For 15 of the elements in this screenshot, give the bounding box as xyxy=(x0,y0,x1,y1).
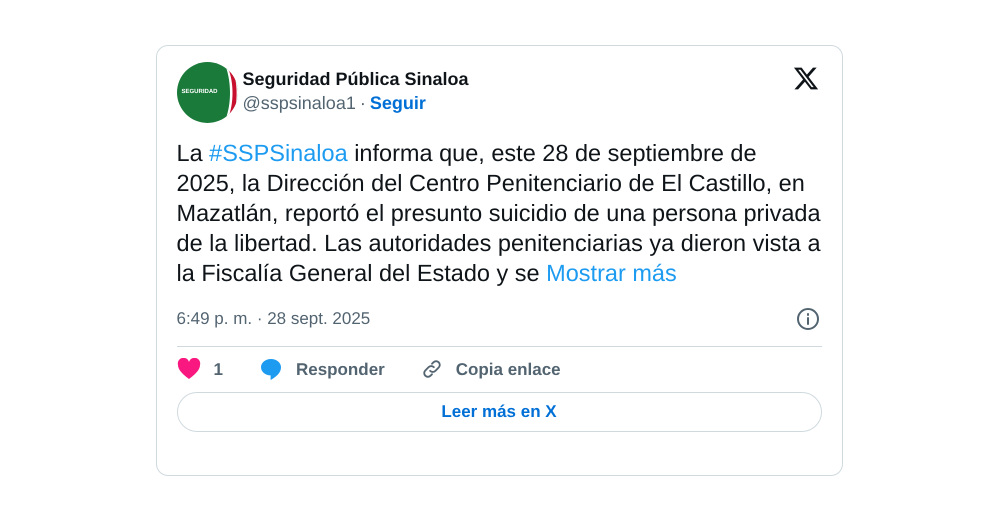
author-name[interactable]: Seguridad Pública Sinaloa xyxy=(242,67,469,91)
read-more-button[interactable]: Leer más en X xyxy=(176,392,822,432)
speech-bubble-icon xyxy=(258,357,283,382)
follow-link[interactable]: Seguir xyxy=(370,91,426,115)
heart-icon xyxy=(176,358,200,380)
reply-action[interactable]: Responder xyxy=(258,356,385,382)
x-logo-icon[interactable] xyxy=(792,65,820,92)
copy-action[interactable]: Copia enlace xyxy=(420,356,561,382)
like-action[interactable]: 1 xyxy=(176,356,223,382)
tweet-text: La #SSPSinaloa informa que, este 28 de septiembre de 2025, la Dirección del Centro Penitenciario de El Castillo, en Mazatlán, reportó el presunto suicidio de una persona privada de la libertad. Las autoridades penitenciarias ya dieron vista a la Fiscalía General del Estado y se Mostrar más xyxy=(176,139,822,288)
timestamp[interactable]: 6:49 p. m. · 28 sept. 2025 xyxy=(176,306,370,332)
separator: · xyxy=(360,92,366,115)
author-handle[interactable]: @sspsinaloa1 xyxy=(242,91,356,115)
info-icon[interactable] xyxy=(796,306,820,331)
link-icon xyxy=(420,358,443,380)
